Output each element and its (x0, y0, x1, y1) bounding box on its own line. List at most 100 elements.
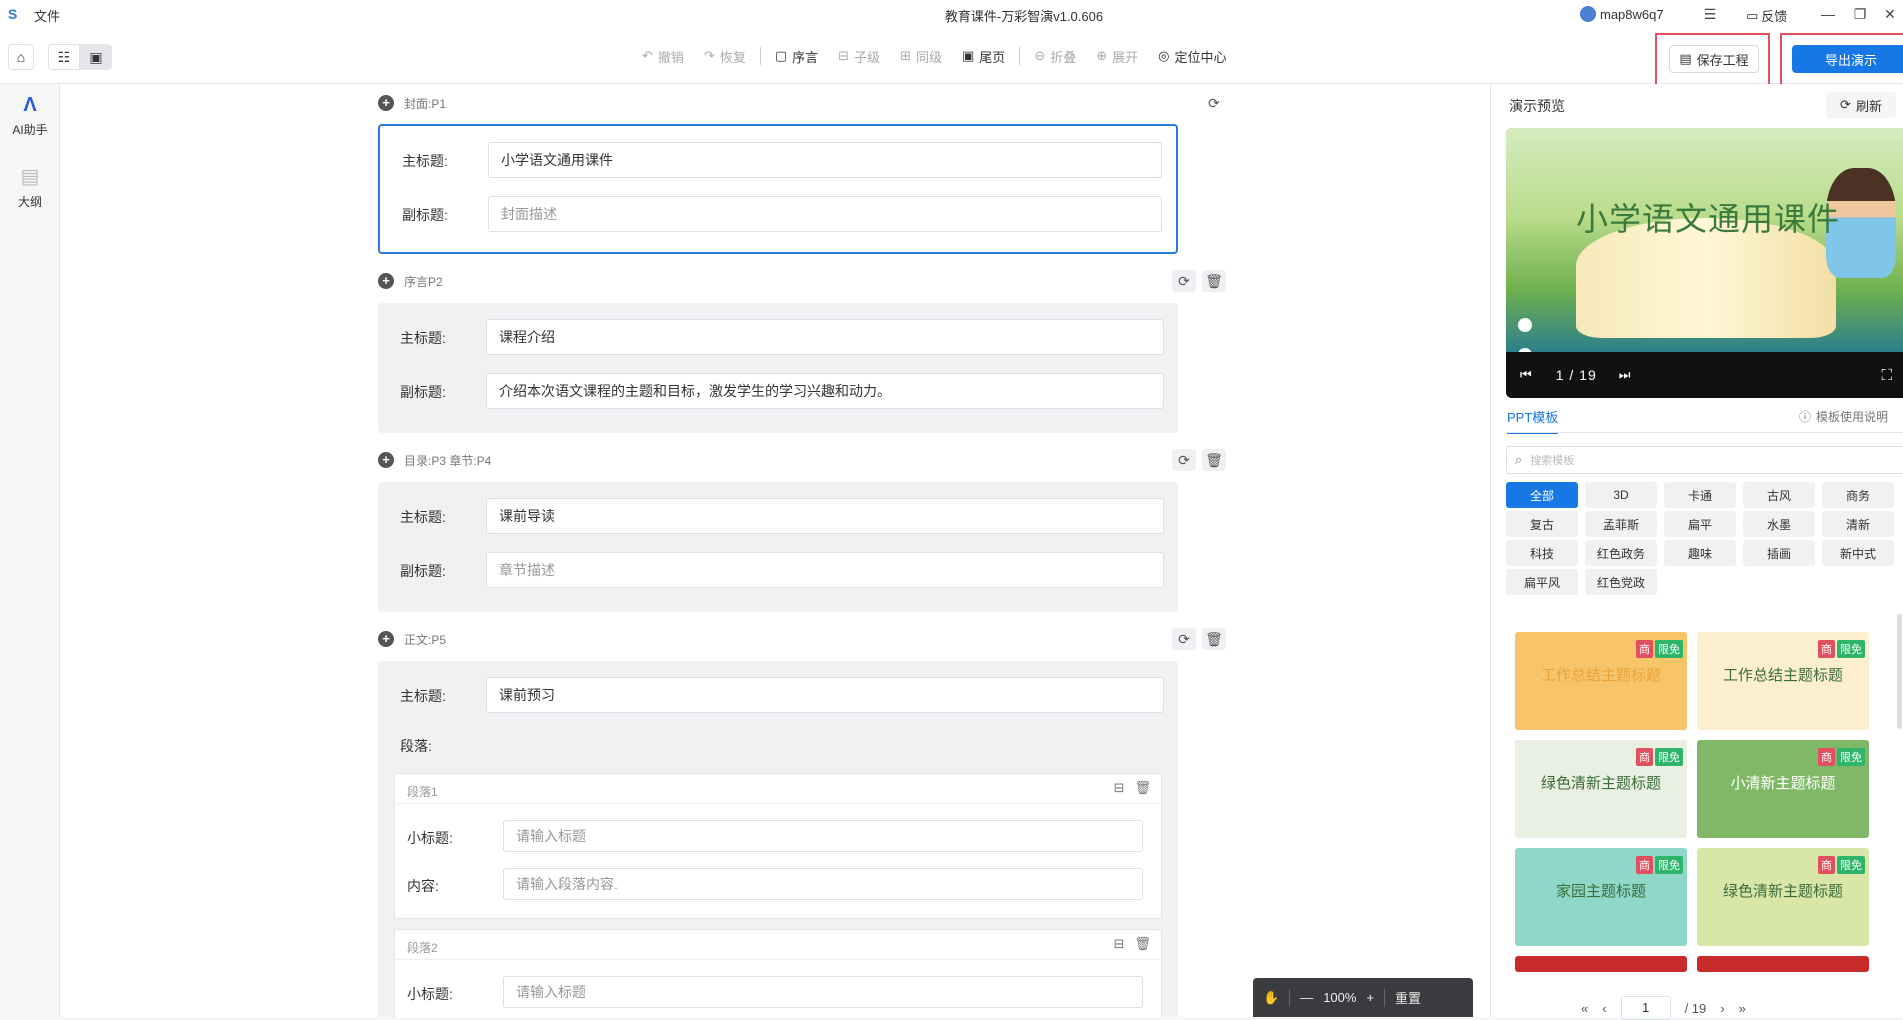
zoom-bar: ✋ — 100% + 重置 (1253, 978, 1473, 1017)
home-button[interactable]: ⌂ (8, 44, 34, 70)
expand-button[interactable]: ⊕ 展开 (1086, 47, 1148, 66)
template-thumbnail[interactable] (1515, 956, 1687, 972)
delete-icon[interactable]: 🗑 (1202, 270, 1226, 292)
replace-layout-icon[interactable]: ⟳ (1172, 270, 1196, 292)
category-chip[interactable]: 插画 (1743, 540, 1815, 566)
template-thumbnail[interactable] (1697, 956, 1869, 972)
replace-layout-icon[interactable]: ⟳ (1172, 628, 1196, 650)
template-search[interactable]: ⌕ 搜索模板 (1506, 446, 1903, 474)
subtitle-input[interactable]: 章节描述 (486, 552, 1164, 588)
fullscreen-icon[interactable]: ⛶ (1881, 367, 1892, 384)
undo-button[interactable]: ↶ 撤销 (632, 47, 694, 66)
category-chip[interactable]: 古风 (1743, 482, 1815, 508)
category-chip[interactable]: 红色党政 (1585, 569, 1657, 595)
prev-page-icon[interactable]: ‹ (1602, 1001, 1606, 1016)
section-card-cover[interactable]: 主标题: 小学语文通用课件 副标题: 封面描述 (378, 124, 1178, 254)
locate-center-button[interactable]: ◎ 定位中心 (1148, 47, 1236, 66)
badge-free: 限免 (1837, 640, 1865, 658)
title-input[interactable]: 小学语文通用课件 (488, 142, 1162, 178)
save-project-button[interactable]: ▤ 保存工程 (1669, 45, 1759, 73)
add-icon[interactable]: + (378, 452, 394, 468)
template-help-link[interactable]: ⓘ 模板使用说明 (1799, 408, 1888, 425)
category-chip[interactable]: 水墨 (1743, 511, 1815, 537)
section-card-preface[interactable]: 主标题: 课程介绍 副标题: 介绍本次语文课程的主题和目标，激发学生的学习兴趣和… (378, 303, 1178, 433)
category-chip[interactable]: 复古 (1506, 511, 1578, 537)
template-thumbnail[interactable]: 小清新主题标题 商限免 (1697, 740, 1869, 838)
category-chip[interactable]: 卡通 (1664, 482, 1736, 508)
subheading-input[interactable]: 请输入标题 (503, 820, 1143, 852)
delete-icon[interactable]: 🗑 (1202, 628, 1226, 650)
redo-button[interactable]: ↷ 恢复 (694, 47, 756, 66)
feedback-button[interactable]: ▭ 反馈 (1746, 6, 1787, 25)
template-thumbnail[interactable]: 家园主题标题 商限免 (1515, 848, 1687, 946)
add-icon[interactable]: + (378, 273, 394, 289)
delete-icon[interactable]: 🗑 (1134, 936, 1151, 952)
next-icon[interactable]: ⏭ (1619, 367, 1631, 383)
previous-icon[interactable]: ⏮ (1520, 367, 1532, 383)
zoom-reset-button[interactable]: 重置 (1385, 988, 1431, 1007)
delete-icon[interactable]: 🗑 (1134, 780, 1151, 796)
subtitle-input[interactable]: 封面描述 (488, 196, 1162, 232)
category-chip[interactable]: 红色政务 (1585, 540, 1657, 566)
delete-icon[interactable]: 🗑 (1202, 449, 1226, 471)
slide-view-button[interactable]: ▣ (80, 44, 112, 70)
zoom-out-icon[interactable]: — (1290, 990, 1323, 1005)
ai-assistant-tab[interactable]: Λ AI助手 (0, 94, 60, 138)
first-page-icon[interactable]: « (1581, 1001, 1588, 1016)
tab-ppt-templates[interactable]: PPT模板 (1507, 407, 1559, 434)
section-card-body[interactable]: 主标题: 课前预习 段落: 段落1 ⊟ 🗑 小标题: 请输入标题 内容: 请输入段… (378, 661, 1178, 1017)
content-input[interactable]: 请输入段落内容. (503, 868, 1143, 900)
export-button[interactable]: 导出演示 (1792, 45, 1903, 73)
template-scrollbar[interactable] (1897, 614, 1902, 729)
template-thumbnail[interactable]: 绿色清新主题标题 商限免 (1515, 740, 1687, 838)
category-chip[interactable]: 商务 (1822, 482, 1894, 508)
subheading-input[interactable]: 请输入标题 (503, 976, 1143, 1008)
category-chip[interactable]: 新中式 (1822, 540, 1894, 566)
sibling-button[interactable]: ⊞ 同级 (890, 47, 952, 66)
zoom-in-icon[interactable]: + (1356, 990, 1384, 1005)
last-page-icon[interactable]: » (1739, 1001, 1746, 1016)
template-thumbnail[interactable]: 工作总结主题标题 商限免 (1697, 632, 1869, 730)
preface-button[interactable]: ▢ 序言 (765, 47, 828, 66)
collapse-icon[interactable]: ⊟ (1114, 780, 1125, 796)
section-card-chapter[interactable]: 主标题: 课前导读 副标题: 章节描述 (378, 482, 1178, 612)
minimize-icon[interactable]: — (1818, 4, 1838, 24)
user-account[interactable]: map8w6q7 (1580, 6, 1664, 22)
close-icon[interactable]: ✕ (1880, 4, 1900, 24)
hand-tool-icon[interactable]: ✋ (1253, 990, 1289, 1006)
search-icon: ⌕ (1515, 452, 1523, 467)
outline-view-button[interactable]: ☷ (48, 44, 80, 70)
outline-tab[interactable]: ▤ 大纲 (0, 164, 60, 210)
category-chip[interactable]: 孟菲斯 (1585, 511, 1657, 537)
add-icon[interactable]: + (378, 95, 394, 111)
collapse-icon[interactable]: ⊟ (1114, 936, 1125, 952)
end-page-button[interactable]: ▣ 尾页 (952, 47, 1015, 66)
title-input[interactable]: 课程介绍 (486, 319, 1164, 355)
category-chip[interactable]: 扁平风 (1506, 569, 1578, 595)
zoom-level: 100% (1323, 990, 1357, 1005)
category-chip[interactable]: 扁平 (1664, 511, 1736, 537)
category-chip[interactable]: 全部 (1506, 482, 1578, 508)
child-button[interactable]: ⊟ 子级 (828, 47, 890, 66)
page-input[interactable]: 1 (1620, 996, 1671, 1020)
restore-icon[interactable]: ❐ (1850, 4, 1870, 24)
title-input[interactable]: 课前预习 (486, 677, 1164, 713)
collapse-button[interactable]: ⊖ 折叠 (1024, 47, 1086, 66)
save-project-label: 保存工程 (1696, 52, 1749, 68)
slide-preview[interactable]: 小学语文通用课件 ⏮ 1 / 19 ⏭ ⛶ (1506, 128, 1903, 398)
category-chip[interactable]: 3D (1585, 482, 1657, 508)
replace-layout-icon[interactable]: ⟳ (1172, 449, 1196, 471)
template-thumbnail[interactable]: 绿色清新主题标题 商限免 (1697, 848, 1869, 946)
badge-commercial: 商 (1818, 748, 1835, 766)
category-chip[interactable]: 趣味 (1664, 540, 1736, 566)
title-input[interactable]: 课前导读 (486, 498, 1164, 534)
refresh-button[interactable]: ⟳ 刷新 (1826, 92, 1896, 118)
menu-icon[interactable]: ☰ (1700, 4, 1720, 24)
template-thumbnail[interactable]: 工作总结主题标题 商限免 (1515, 632, 1687, 730)
replace-layout-icon[interactable]: ⟳ (1202, 92, 1226, 114)
next-page-icon[interactable]: › (1720, 1001, 1724, 1016)
category-chip[interactable]: 清新 (1822, 511, 1894, 537)
add-icon[interactable]: + (378, 631, 394, 647)
category-chip[interactable]: 科技 (1506, 540, 1578, 566)
subtitle-input[interactable]: 介绍本次语文课程的主题和目标，激发学生的学习兴趣和动力。 (486, 373, 1164, 409)
